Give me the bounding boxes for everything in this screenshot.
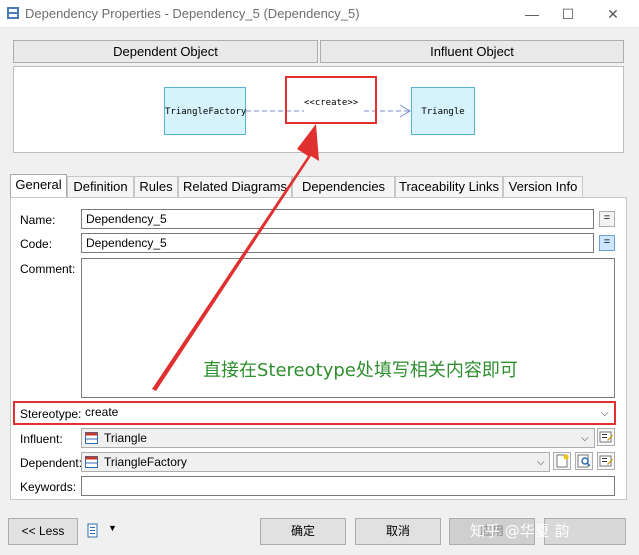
- less-button[interactable]: << Less: [8, 518, 78, 545]
- print-icon: [87, 523, 98, 538]
- watermark-text: 知乎 @华夏 韵: [470, 522, 570, 540]
- annotation-arrow: [152, 124, 319, 391]
- ok-button[interactable]: 确定: [260, 518, 346, 545]
- chevron-down-icon: ▼: [108, 523, 117, 533]
- cancel-button[interactable]: 取消: [355, 518, 441, 545]
- print-menu-button[interactable]: ▼: [86, 523, 120, 541]
